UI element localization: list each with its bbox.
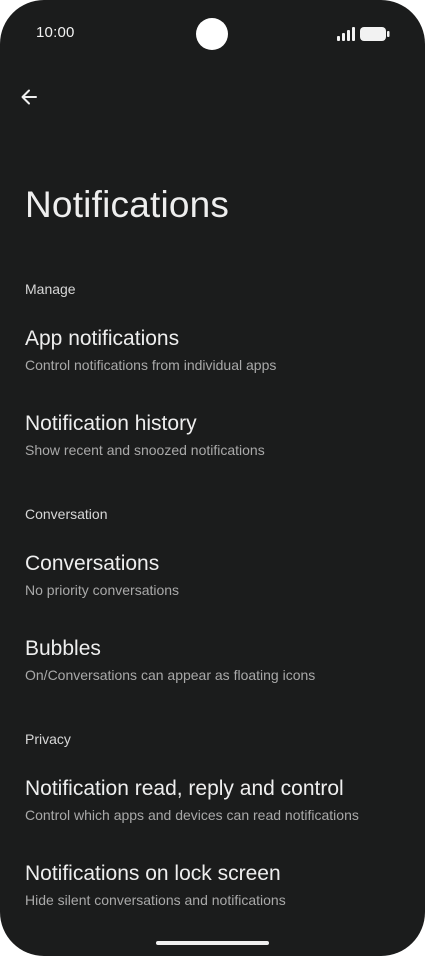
back-button[interactable]	[12, 80, 46, 114]
section-header-privacy: Privacy	[25, 731, 71, 747]
setting-notification-read-reply-control[interactable]: Notification read, reply and control Con…	[0, 777, 425, 849]
page-title: Notifications	[25, 184, 230, 225]
setting-notification-history[interactable]: Notification history Show recent and sno…	[0, 412, 425, 484]
setting-bubbles[interactable]: Bubbles On/Conversations can appear as f…	[0, 637, 425, 709]
setting-title: Notifications on lock screen	[25, 862, 281, 885]
phone-screen: 10:00 Notifications Manage App notificat…	[0, 0, 425, 956]
setting-title: Notification history	[25, 412, 197, 435]
setting-summary: Hide silent conversations and notificati…	[25, 892, 286, 908]
setting-summary: Control notifications from individual ap…	[25, 357, 277, 373]
setting-notifications-lock-screen[interactable]: Notifications on lock screen Hide silent…	[0, 862, 425, 934]
setting-title: Notification read, reply and control	[25, 777, 344, 800]
camera-cutout	[196, 18, 228, 50]
battery-icon	[360, 27, 390, 41]
setting-title: Conversations	[25, 552, 160, 575]
setting-summary: No priority conversations	[25, 582, 180, 598]
status-time: 10:00	[36, 24, 75, 41]
section-header-conversation: Conversation	[25, 506, 108, 522]
setting-title: Bubbles	[25, 637, 101, 660]
home-indicator[interactable]	[156, 941, 269, 945]
setting-summary: Control which apps and devices can read …	[25, 807, 359, 823]
setting-summary: On/Conversations can appear as floating …	[25, 667, 316, 683]
setting-conversations[interactable]: Conversations No priority conversations	[0, 552, 425, 624]
setting-title: App notifications	[25, 327, 180, 350]
back-arrow-icon	[21, 89, 37, 105]
setting-summary: Show recent and snoozed notifications	[25, 442, 265, 458]
status-bar: 10:00	[0, 0, 425, 70]
setting-app-notifications[interactable]: App notifications Control notifications …	[0, 327, 425, 399]
section-header-manage: Manage	[25, 281, 76, 297]
signal-icon	[337, 27, 355, 41]
